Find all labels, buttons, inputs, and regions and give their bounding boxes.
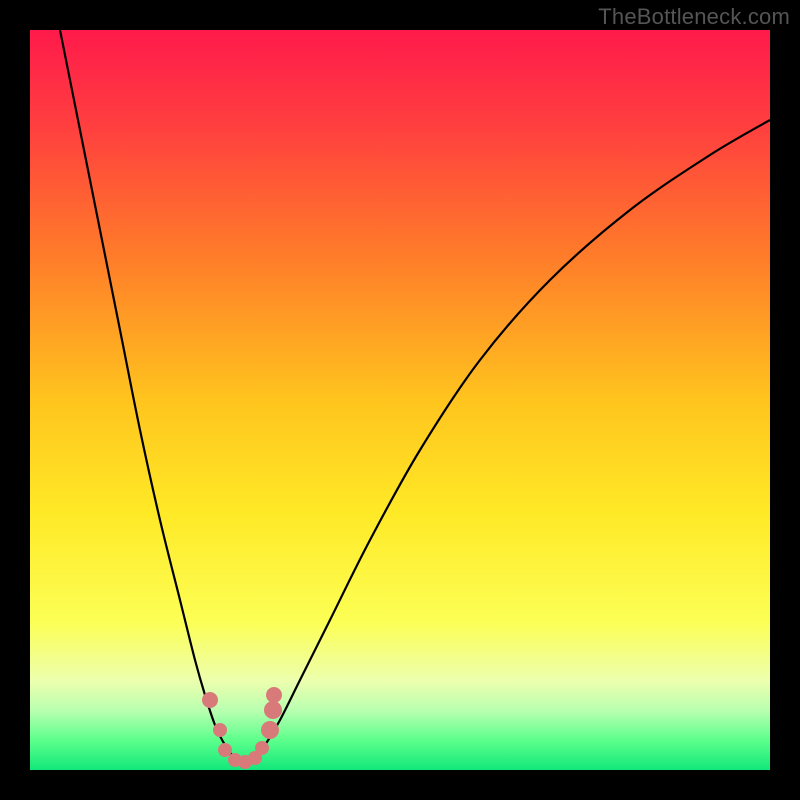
marker-dot [213, 723, 227, 737]
plot-area [30, 30, 770, 770]
watermark-text: TheBottleneck.com [598, 4, 790, 30]
marker-dot [261, 721, 279, 739]
marker-dot [218, 743, 232, 757]
marker-dot [202, 692, 218, 708]
gradient-background [30, 30, 770, 770]
marker-dot [266, 687, 282, 703]
chart-svg [30, 30, 770, 770]
marker-dot [264, 701, 282, 719]
marker-dot [255, 741, 269, 755]
